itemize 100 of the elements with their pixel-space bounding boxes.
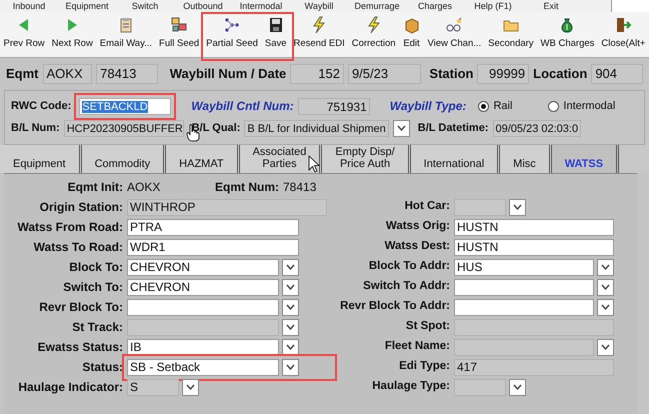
toolbar-button[interactable]: Resend EDI: [290, 12, 348, 57]
menu-item[interactable]: Waybill: [290, 0, 348, 12]
menu-item[interactable]: Help (F1): [464, 0, 522, 12]
tab[interactable]: HAZMAT: [166, 145, 240, 173]
chevron-down-icon: [601, 344, 610, 350]
menu-item[interactable]: Equipment: [58, 0, 116, 12]
menu-item[interactable]: Charges: [406, 0, 464, 12]
radio-button[interactable]: [548, 100, 560, 112]
chevron-down-icon: [286, 284, 295, 290]
dropdown-field[interactable]: [127, 318, 279, 336]
tab[interactable]: Equipment: [0, 145, 82, 173]
menu-item[interactable]: Demurrage: [348, 0, 406, 12]
dropdown-field[interactable]: [454, 278, 594, 296]
dropdown-field[interactable]: HUS: [454, 258, 594, 276]
toolbar-button[interactable]: Next Row: [48, 12, 96, 57]
toolbar-button[interactable]: Save: [261, 12, 290, 57]
field-label: RWC Code:: [11, 98, 72, 114]
tab[interactable]: International: [410, 145, 500, 173]
toolbar-button[interactable]: Secondary: [484, 12, 538, 57]
field-label: Switch To:: [62, 279, 124, 296]
field-label: Revr Block To:: [38, 299, 124, 316]
dropdown-button[interactable]: [282, 318, 299, 336]
toolbar-button[interactable]: Full Seed: [156, 12, 203, 57]
field-value: 78413: [283, 179, 316, 196]
dropdown-button[interactable]: [509, 378, 526, 396]
chevron-down-icon: [186, 384, 195, 390]
dropdown-field[interactable]: [454, 338, 594, 356]
toolbar-button[interactable]: WB Charges: [537, 12, 598, 57]
chevron-down-icon: [513, 204, 522, 210]
tab[interactable]: Associated Parties: [240, 145, 322, 173]
field-value: B B/L for Individual Shipmen: [244, 120, 389, 136]
menu-item[interactable]: Exit: [522, 0, 580, 12]
field-label: Eqmt Num:: [215, 179, 279, 196]
tab[interactable]: Misc: [500, 145, 552, 173]
dropdown-field[interactable]: SB - Setback: [127, 358, 279, 376]
input-field[interactable]: HUSTN: [454, 238, 614, 256]
field-label: Block To Addr:: [368, 259, 451, 274]
dropdown-button[interactable]: [282, 358, 299, 376]
dropdown-button[interactable]: [282, 278, 299, 296]
field-label: St Spot:: [404, 319, 451, 334]
dropdown-button[interactable]: [282, 338, 299, 356]
field-label: Station: [429, 65, 474, 84]
dropdown-button[interactable]: [597, 258, 614, 276]
field-label: Status:: [81, 359, 124, 376]
dropdown-button[interactable]: [597, 338, 614, 356]
dropdown-field[interactable]: CHEVRON: [127, 278, 279, 296]
chevron-down-icon: [396, 125, 406, 131]
toolbar-button[interactable]: Prev Row: [0, 12, 48, 57]
dropdown-button[interactable]: [509, 198, 526, 216]
chevron-down-icon: [601, 284, 610, 290]
chevron-down-icon: [286, 344, 295, 350]
dropdown-button[interactable]: [282, 258, 299, 276]
dropdown-button[interactable]: [392, 120, 410, 136]
field-value: 417: [454, 358, 614, 376]
dropdown-field[interactable]: IB: [127, 338, 279, 356]
toolbar-button[interactable]: Correction: [348, 12, 400, 57]
field-label: B/L Qual:: [192, 120, 240, 136]
chevron-down-icon: [286, 264, 295, 270]
tab[interactable]: Commodity: [82, 145, 166, 173]
menu-item[interactable]: Outbound: [174, 0, 232, 12]
chevron-down-icon: [513, 384, 522, 390]
field-label: Block To:: [68, 259, 124, 276]
menu-item[interactable]: Switch: [116, 0, 174, 12]
tab[interactable]: WATSS: [552, 145, 620, 173]
menu-item[interactable]: Intermodal: [232, 0, 290, 12]
chevron-down-icon: [601, 264, 610, 270]
chevron-down-icon: [286, 304, 295, 310]
radio-label: Intermodal: [563, 98, 616, 114]
dropdown-field[interactable]: CHEVRON: [127, 258, 279, 276]
dropdown-field[interactable]: [454, 378, 506, 396]
arrow-cursor-icon: [308, 154, 320, 173]
field-label: St Track:: [71, 319, 124, 336]
field-value: WINTHROP: [127, 198, 327, 216]
dropdown-field[interactable]: S: [127, 378, 179, 396]
dropdown-button[interactable]: [182, 378, 199, 396]
toolbar-button[interactable]: Email Way...: [96, 12, 156, 57]
toolbar-button[interactable]: Edit: [399, 12, 424, 57]
field-label: Haulage Indicator:: [17, 379, 124, 396]
dropdown-button[interactable]: [597, 278, 614, 296]
dropdown-field[interactable]: [127, 298, 279, 316]
tab[interactable]: Empty Disp/ Price Auth: [322, 145, 411, 173]
field-value: HCP20230905BUFFER: [64, 120, 184, 136]
field-value: 99999: [477, 64, 530, 84]
field-label: Eqmt: [6, 65, 38, 84]
toolbar-button[interactable]: Close(Alt+: [598, 12, 649, 57]
dropdown-button[interactable]: [597, 298, 614, 316]
field-label: Origin Station:: [38, 199, 124, 216]
menu-item[interactable]: Inbound: [0, 0, 58, 12]
toolbar-button[interactable]: Partial Seed: [202, 12, 262, 57]
input-field[interactable]: HUSTN: [454, 218, 614, 236]
radio-button[interactable]: [478, 100, 490, 112]
input-field[interactable]: WDR1: [127, 238, 299, 256]
dropdown-field[interactable]: [454, 298, 594, 316]
toolbar-button[interactable]: View Chan...: [424, 12, 485, 57]
field-label: Revr Block To Addr:: [339, 299, 451, 314]
field-label: Waybill Cntl Num:: [191, 98, 294, 115]
dropdown-button[interactable]: [282, 298, 299, 316]
input-field[interactable]: PTRA: [127, 218, 299, 236]
glasses-icon: [445, 16, 464, 34]
dropdown-field[interactable]: [454, 198, 506, 216]
